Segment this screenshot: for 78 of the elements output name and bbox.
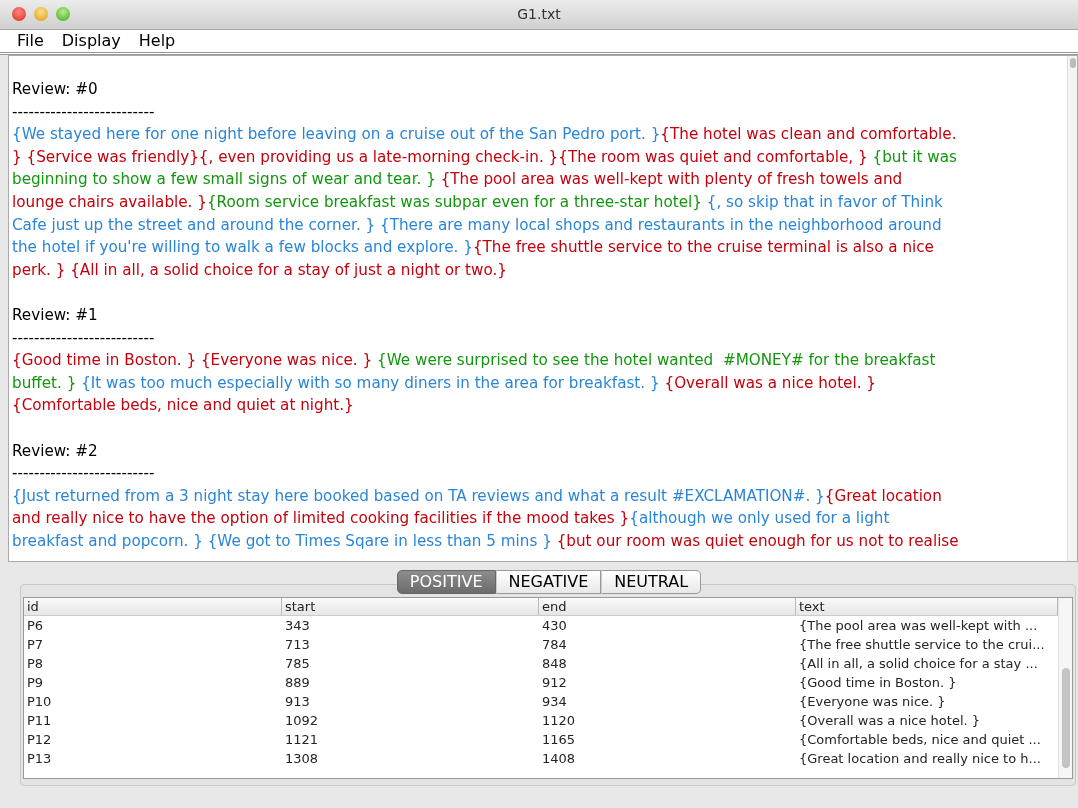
table-cell-text: P8 xyxy=(26,655,45,673)
review-text: {although we only used for a light xyxy=(629,509,890,528)
table-cell-text: P12 xyxy=(26,731,53,749)
review-text: and really nice to have the option of limited cooking facilities if the mood takes } xyxy=(12,509,630,528)
tab[interactable]: POSITIVE xyxy=(396,570,496,594)
table-cell-text: P13 xyxy=(26,750,53,768)
review-text: {The hotel was clean and comfortable. xyxy=(660,125,957,144)
review-text: {Overall was a nice hotel. } xyxy=(664,373,876,392)
column-header[interactable]: id xyxy=(24,598,282,615)
table-cell-text: 430 xyxy=(541,617,568,635)
table-cell-text: 713 xyxy=(284,636,311,654)
table-cell-text: P6 xyxy=(26,617,45,635)
table-cell-text: P7 xyxy=(26,636,45,654)
column-header[interactable]: start xyxy=(282,598,539,615)
table-cell-text: {Everyone was nice. } xyxy=(798,693,947,711)
review-text: {We stayed here for one night before leaving on a cruise out of the San Pedro port. } xyxy=(12,125,661,144)
table-cell-text: 1308 xyxy=(284,750,320,768)
table-cell-text: 913 xyxy=(284,693,311,711)
table-cell-text: {Great location and really nice to h... xyxy=(798,750,1042,768)
menu-item[interactable]: File xyxy=(8,29,53,53)
review-text: {Just returned from a 3 night stay here booked based on TA reviews and what a result #EXCLAMATION#. } xyxy=(12,486,825,505)
table-cell-text: 1121 xyxy=(284,731,320,749)
table-cell-text: 934 xyxy=(541,693,568,711)
review-heading: Review: #2 xyxy=(12,440,99,462)
table-cell-text: 343 xyxy=(284,617,311,635)
table-cell-text: {Overall was a nice hotel. } xyxy=(798,712,982,730)
table-cell-text: 912 xyxy=(541,674,568,692)
separator-line: -------------------------- xyxy=(12,101,156,123)
review-text: breakfast and popcorn. } {We got to Times Sqare in less than 5 mins } xyxy=(12,531,553,550)
tab[interactable]: NEGATIVE xyxy=(495,570,602,594)
table-cell-text: {The free shuttle service to the crui... xyxy=(798,636,1046,654)
separator-line: -------------------------- xyxy=(12,327,156,349)
table-cell-text: {The pool area was well-kept with ... xyxy=(798,617,1039,635)
review-text: {We were surprised to see the hotel wanted #MONEY# for the breakfast xyxy=(377,351,936,370)
review-heading: Review: #1 xyxy=(12,304,99,326)
review-text: {Great location xyxy=(824,486,942,505)
table-cell-text: 848 xyxy=(541,655,568,673)
review-text: the hotel if you're willing to walk a few blocks and explore. } xyxy=(12,238,473,257)
zoom-button[interactable] xyxy=(56,7,70,21)
scrollbar[interactable] xyxy=(1058,598,1072,778)
table-cell-text: {All in all, a solid choice for a stay ... xyxy=(798,655,1039,673)
table-cell-text: P9 xyxy=(26,674,45,692)
table-cell-text: P11 xyxy=(26,712,53,730)
table-cell-text: 889 xyxy=(284,674,311,692)
menu-item[interactable]: Display xyxy=(52,29,130,53)
close-button[interactable] xyxy=(12,7,26,21)
table-cell-text: 1165 xyxy=(541,731,577,749)
table-cell-text: 784 xyxy=(541,636,568,654)
review-text: {It was too much especially with so many diners in the area for breakfast. } xyxy=(81,373,661,392)
minimize-button[interactable] xyxy=(34,7,48,21)
review-text: beginning to show a few small signs of wear and tear. } xyxy=(12,170,437,189)
scrollbar[interactable] xyxy=(1067,56,1077,561)
table-cell-text: {Good time in Boston. } xyxy=(798,674,958,692)
review-text: {but it was xyxy=(872,147,957,166)
review-text: {The pool area was well-kept with plenty of fresh towels and xyxy=(440,170,903,189)
table-cell-text: 1408 xyxy=(541,750,577,768)
review-text: {The free shuttle service to the cruise terminal is also a nice xyxy=(472,238,934,257)
review-text: {Room service breakfast was subpar even for a three-star hotel} xyxy=(206,192,703,211)
review-heading: Review: #0 xyxy=(12,79,99,100)
tab[interactable]: NEUTRAL xyxy=(601,570,702,594)
review-text: {but our room was quiet enough for us not to realise xyxy=(556,531,959,550)
review-text: {, so skip that in favor of Think xyxy=(706,192,943,211)
review-text: buffet. } xyxy=(12,373,78,392)
review-text: lounge chairs available. } xyxy=(12,192,207,211)
table-cell-text: 1120 xyxy=(541,712,577,730)
review-text: {Comfortable beds, nice and quiet at night.} xyxy=(12,396,354,415)
table-cell-text: P10 xyxy=(26,693,53,711)
table-cell-text: 1092 xyxy=(284,712,320,730)
window-title: G1.txt xyxy=(517,5,561,24)
review-text: perk. } {All in all, a solid choice for a stay of just a night or two.} xyxy=(12,260,507,279)
review-text: } {Service was friendly}{, even providing us a late-morning check-in. }{The room was quiet and comfortable, } xyxy=(12,147,869,166)
table-cell-text: 785 xyxy=(284,655,311,673)
table-cell-text: {Comfortable beds, nice and quiet ... xyxy=(798,731,1042,749)
menu-item[interactable]: Help xyxy=(129,29,185,53)
review-text: Cafe just up the street and around the corner. } {There are many local shops and restaurants in the neighborhood around xyxy=(12,215,942,234)
separator-line: -------------------------- xyxy=(12,463,156,485)
column-header[interactable]: end xyxy=(539,598,796,615)
review-text: {Good time in Boston. } {Everyone was nice. } xyxy=(12,351,374,370)
